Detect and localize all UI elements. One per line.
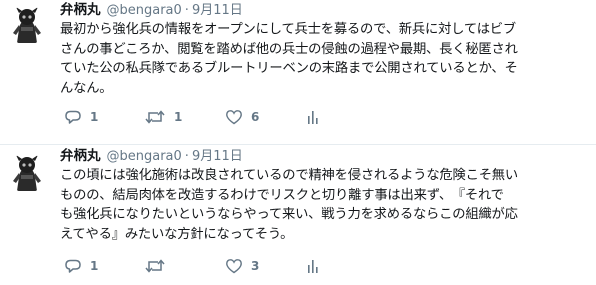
reply-button[interactable]: 1 xyxy=(64,256,98,276)
tweet-text: 最初から強化兵の情報をオープンにして兵士を募るので、新兵に対してはビブ さんの事… xyxy=(60,20,588,98)
analytics-button[interactable] xyxy=(306,256,320,276)
tweet-header: 弁柄丸 @bengara0 · 9月11日 xyxy=(60,1,588,20)
tweet-text-line: さんの事どころか、閲覧を踏めば他の兵士の侵蝕の過程や最期、長く秘匿され xyxy=(60,41,518,57)
tweet-text-line: ものの、結局肉体を改造するわけでリスクと切り離す事は出来ず、 『それで xyxy=(60,187,504,203)
reply-button[interactable]: 1 xyxy=(64,107,98,127)
tweet[interactable]: 弁柄丸 @bengara0 · 9月11日 最初から強化兵の情報をオープンにして兵士を… xyxy=(0,0,596,145)
separator: · xyxy=(184,149,189,164)
like-count: 6 xyxy=(251,110,260,124)
tweet-text-line: この頃には強化施術は改良されているので精神を侵されるような危険こそ無い xyxy=(60,168,518,183)
tweet-date[interactable]: 9月11日 xyxy=(192,149,243,164)
tweet-actions: 1 1 6 xyxy=(60,107,380,127)
retweet-button[interactable] xyxy=(144,256,174,276)
tweet-date[interactable]: 9月11日 xyxy=(192,3,243,18)
analytics-button[interactable] xyxy=(306,107,320,127)
avatar[interactable] xyxy=(7,5,47,45)
reply-icon xyxy=(64,258,82,274)
reply-count: 1 xyxy=(90,259,99,273)
avatar[interactable] xyxy=(7,153,47,193)
tweet-header: 弁柄丸 @bengara0 · 9月11日 xyxy=(60,147,588,166)
tweet-text-line: ていた公の私兵隊であるブルートリーベンの末路まで公開されているとか、そ xyxy=(60,61,518,76)
tweet-content: 弁柄丸 @bengara0 · 9月11日 最初から強化兵の情報をオープンにして兵士を… xyxy=(60,1,588,98)
tweet-actions: 1 3 xyxy=(60,256,380,276)
like-count: 3 xyxy=(251,259,260,273)
analytics-icon xyxy=(306,109,320,125)
retweet-count: 1 xyxy=(174,110,183,124)
tweet-text-line: んなん。 xyxy=(60,80,113,96)
tweet[interactable]: 弁柄丸 @bengara0 · 9月11日 この頃には強化施術は改良されているので精神… xyxy=(0,145,596,285)
tweet-text-line: も強化兵になりたいというならやって来い、戦う力を求めるならこの組織が応 xyxy=(60,207,518,222)
retweet-icon xyxy=(144,258,166,274)
like-button[interactable]: 3 xyxy=(225,256,259,276)
like-button[interactable]: 6 xyxy=(225,107,259,127)
retweet-button[interactable]: 1 xyxy=(144,107,182,127)
tweet-text-line: えてやる』みたいな方針になってそう。 xyxy=(60,226,294,242)
retweet-icon xyxy=(144,109,166,125)
author-handle[interactable]: @bengara0 xyxy=(107,3,182,18)
heart-icon xyxy=(225,109,243,125)
reply-count: 1 xyxy=(90,110,99,124)
reply-icon xyxy=(64,109,82,125)
heart-icon xyxy=(225,258,243,274)
tweet-text-line: 最初から強化兵の情報をオープンにして兵士を募るので、新兵に対してはビブ xyxy=(60,22,516,37)
author-name[interactable]: 弁柄丸 xyxy=(60,2,101,18)
separator: · xyxy=(184,3,189,18)
tweet-text: この頃には強化施術は改良されているので精神を侵されるような危険こそ無い ものの、… xyxy=(60,166,588,244)
author-name[interactable]: 弁柄丸 xyxy=(60,148,101,164)
tweet-content: 弁柄丸 @bengara0 · 9月11日 この頃には強化施術は改良されているので精神… xyxy=(60,147,588,244)
analytics-icon xyxy=(306,258,320,274)
author-handle[interactable]: @bengara0 xyxy=(107,149,182,164)
